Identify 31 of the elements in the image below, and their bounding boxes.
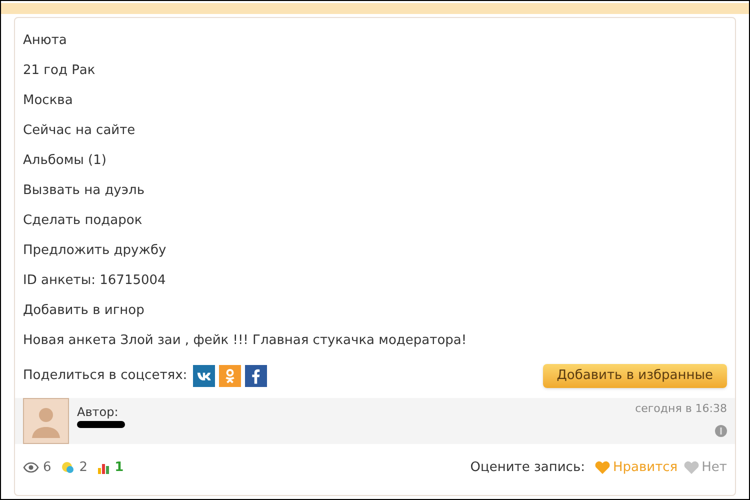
profile-text: Москва bbox=[23, 92, 73, 110]
view-count: 6 bbox=[43, 459, 52, 477]
avatar-placeholder-icon bbox=[23, 398, 69, 444]
speech-bubbles-icon bbox=[61, 461, 76, 474]
profile-text: 21 год Рак bbox=[23, 62, 96, 80]
info-icon[interactable] bbox=[715, 424, 727, 436]
profile-text: Альбомы (1) bbox=[23, 152, 106, 170]
rate-label: Оцените запись: bbox=[470, 459, 585, 477]
vk-share-icon[interactable] bbox=[193, 365, 216, 387]
profile-text: Вызвать на дуэль bbox=[23, 182, 144, 200]
author-label: Автор: bbox=[77, 404, 120, 421]
profile-text: Новая анкета Злой заи , фейк !!! Главная стукачка модератора! bbox=[23, 332, 467, 350]
rating-count: 1 bbox=[114, 459, 124, 477]
facebook-share-icon[interactable] bbox=[245, 365, 268, 387]
heart-icon bbox=[594, 461, 610, 474]
profile-text: Предложить дружбу bbox=[23, 242, 166, 260]
rate-option[interactable]: Нет bbox=[684, 458, 727, 478]
eye-icon bbox=[23, 462, 39, 474]
profile-text: Добавить в игнор bbox=[23, 302, 144, 320]
profile-text: ID анкеты: 16715004 bbox=[23, 272, 166, 290]
profile-text: Анюта bbox=[23, 32, 67, 50]
comment-count: 2 bbox=[79, 459, 88, 477]
add-to-favorites-button[interactable]: Добавить в избранные bbox=[542, 364, 727, 388]
post-date: сегодня в 16:38 bbox=[635, 401, 727, 417]
rate-option[interactable]: Нравится bbox=[594, 458, 678, 478]
profile-text: Сделать подарок bbox=[23, 212, 142, 230]
bar-chart-icon bbox=[98, 462, 111, 474]
profile-text: Сейчас на сайте bbox=[23, 122, 136, 140]
redaction-mark bbox=[77, 421, 125, 429]
heart-icon bbox=[684, 461, 699, 474]
share-label: Поделиться в соцсетях: bbox=[23, 367, 188, 386]
